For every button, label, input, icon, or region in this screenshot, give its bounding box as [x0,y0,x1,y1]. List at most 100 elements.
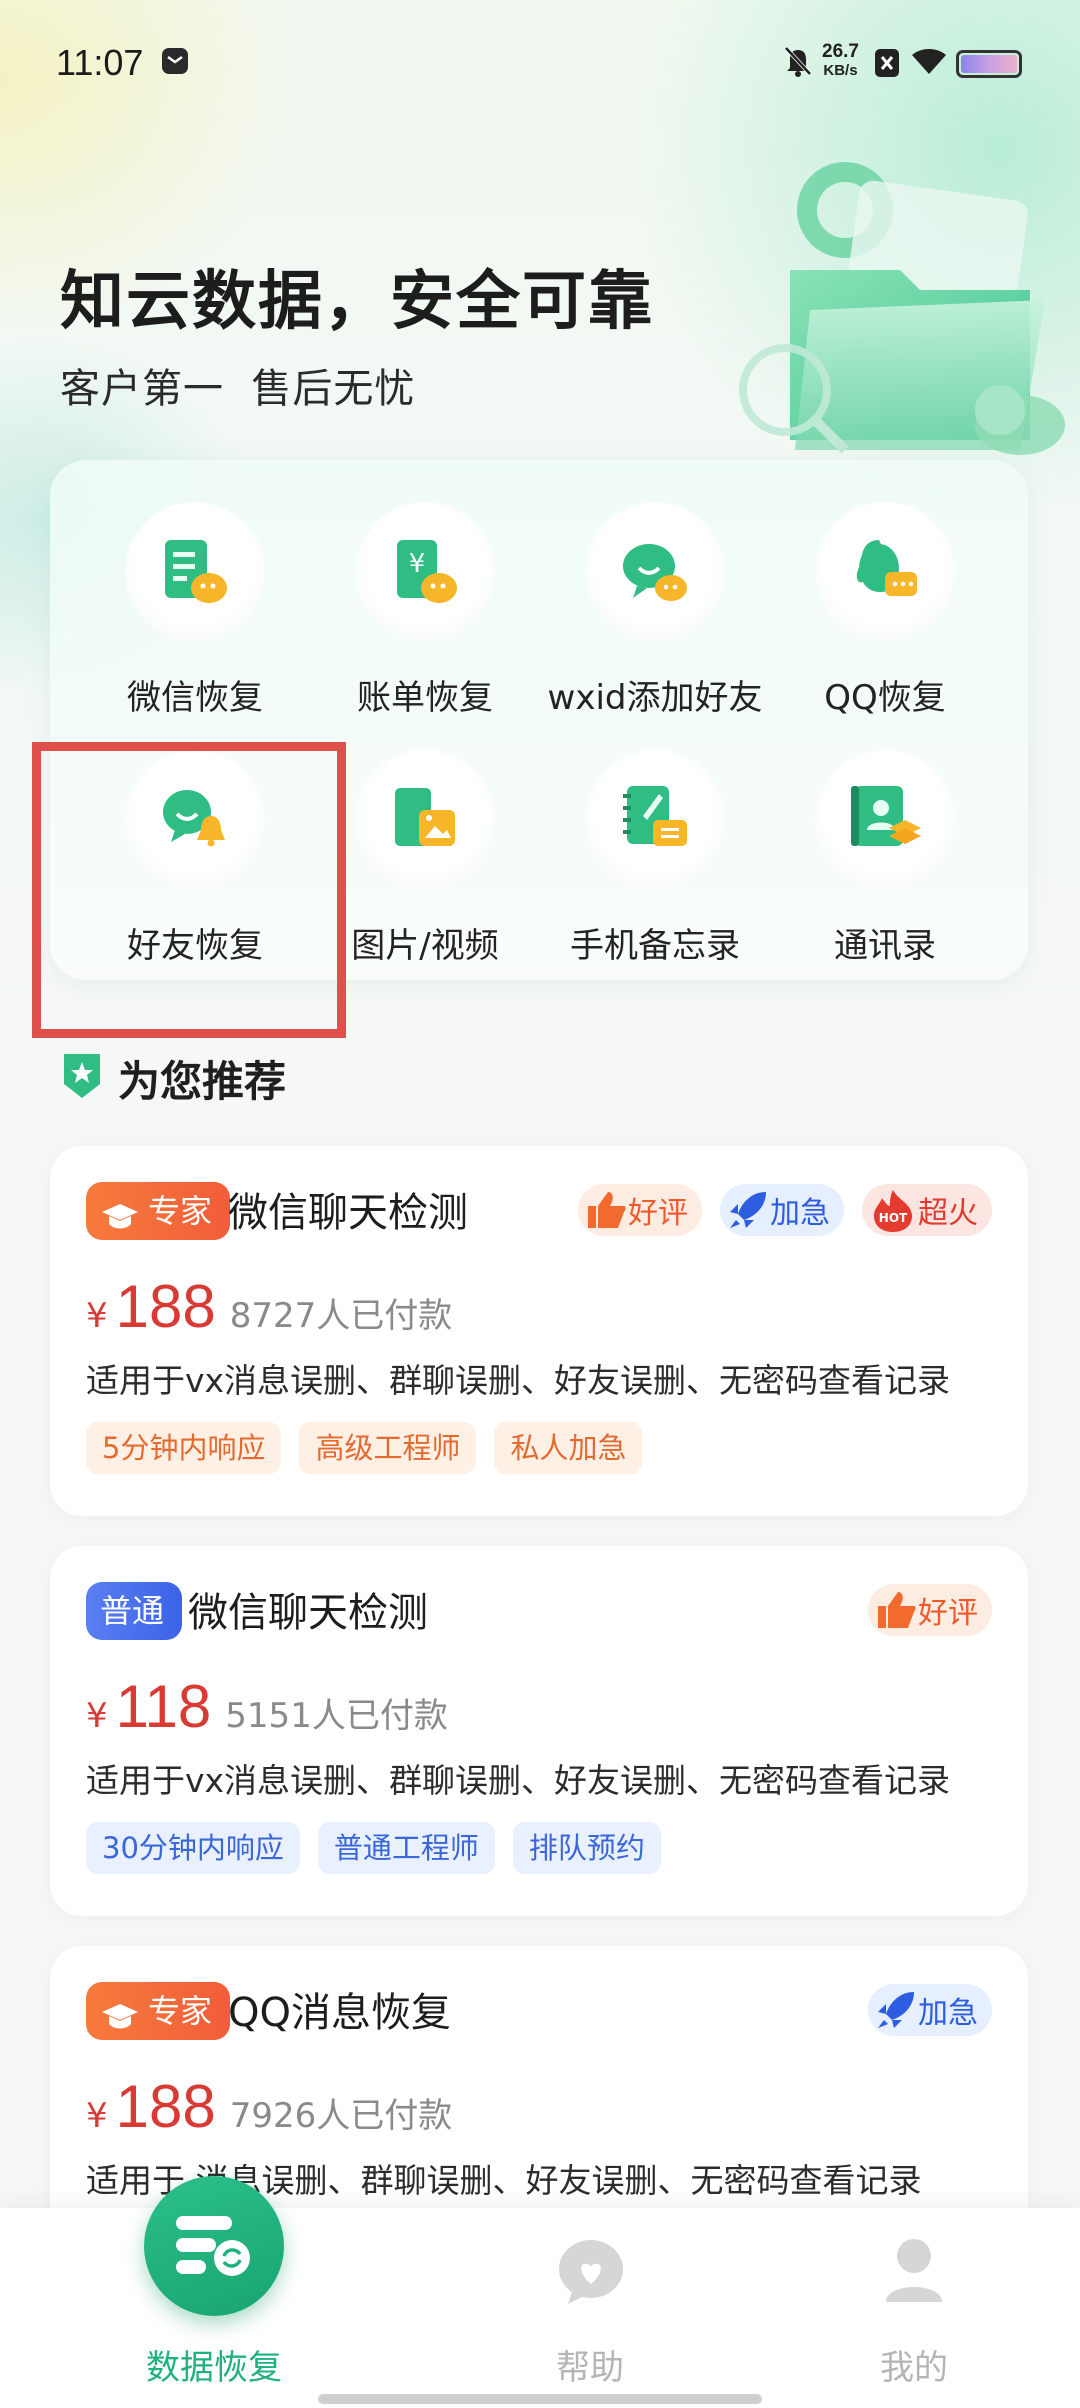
hero-folder-illustration [700,160,1070,480]
tag-hot: HOT 超火 [862,1184,992,1236]
mute-icon [782,44,814,82]
price-row: ¥ 188 7926人已付款 [86,2072,452,2141]
tag-good-review: 好评 [868,1584,992,1636]
photo-video-icon [395,788,455,846]
tab-label: 我的 [880,2348,948,2388]
memo-icon [623,786,687,846]
graduation-cap-icon [100,1194,140,1252]
hero-title: 知云数据，安全可靠 [60,265,654,339]
feature-chip: 私人加急 [494,1422,643,1474]
data-recovery-fab[interactable] [144,2176,284,2316]
tag-label: 加急 [770,1196,830,1231]
paid-count: 8727人已付款 [229,1296,453,1336]
product-title: 微信聊天检测 [188,1590,428,1636]
bill-recovery-icon: ¥ [397,540,457,603]
net-speed-unit: KB/s [823,62,858,79]
func-qq-recovery[interactable]: QQ恢复 [770,502,1000,732]
wifi-icon [910,46,948,80]
func-label: 手机备忘录 [570,926,740,966]
recommend-title: 为您推荐 [118,1057,287,1106]
func-wechat-recovery[interactable]: 微信恢复 [80,502,310,732]
svg-text:HOT: HOT [879,1211,908,1225]
product-description: 适用于vx消息误删、群聊误删、好友误删、无密码查看记录 [86,1361,951,1400]
status-bar: 11:07 26.7 KB/s [0,0,1080,126]
highlight-box [32,742,346,1038]
badge-label: 专家 [148,1992,213,2030]
help-chat-icon [556,2236,626,2310]
thumbs-up-icon [878,1592,916,1628]
wxid-add-friend-icon [623,544,687,601]
feature-chip: 5分钟内响应 [86,1422,282,1474]
product-title: 微信聊天检测 [228,1190,468,1236]
hero-subtitle: 客户第一 售后无忧 [60,366,416,412]
net-speed: 26.7 KB/s [822,42,859,80]
tag-urgent: 加急 [720,1184,844,1236]
home-indicator[interactable] [318,2394,762,2404]
currency-symbol: ¥ [86,1296,108,1336]
battery-icon [956,50,1022,78]
func-label: 账单恢复 [357,678,493,718]
rocket-icon [878,1992,914,2028]
tag-label: 超火 [918,1196,978,1231]
price-value: 188 [115,2073,216,2140]
func-icon-bg [585,502,725,642]
func-icon-bg: ¥ [355,502,495,642]
tab-label: 数据恢复 [146,2348,282,2388]
badge-label: 普通 [100,1592,165,1630]
price-row: ¥ 188 8727人已付款 [86,1272,452,1341]
feature-chip: 普通工程师 [317,1822,495,1874]
feature-chips: 30分钟内响应 普通工程师 排队预约 [86,1822,661,1874]
graduation-cap-icon [100,1994,140,2052]
func-memo[interactable]: 手机备忘录 [540,750,770,980]
func-icon-bg [815,502,955,642]
func-wxid-add-friend[interactable]: wxid添加好友 [540,502,770,732]
product-description: 适用于vx消息误删、群聊误删、好友误删、无密码查看记录 [86,1761,951,1800]
tag-label: 好评 [918,1596,978,1631]
product-tags: 好评 [868,1584,992,1636]
badge-label: 专家 [148,1192,213,1230]
func-icon-bg [355,750,495,890]
price-value: 118 [115,1673,212,1740]
tag-good-review: 好评 [578,1184,702,1236]
func-contacts[interactable]: 通讯录 [770,750,1000,980]
user-profile-icon [882,2236,946,2310]
thumbs-up-icon [588,1192,626,1228]
func-icon-bg [125,502,265,642]
func-label: wxid添加好友 [547,678,763,718]
feature-chip: 排队预约 [512,1822,661,1874]
tag-label: 加急 [918,1996,978,2031]
currency-symbol: ¥ [86,2096,108,2136]
paid-count: 7926人已付款 [229,2096,453,2136]
feature-chip: 高级工程师 [299,1422,477,1474]
rocket-icon [730,1192,766,1228]
svg-text:¥: ¥ [409,549,426,579]
contacts-icon [851,786,921,846]
hot-flame-icon: HOT [874,1190,912,1232]
func-bill-recovery[interactable]: ¥ 账单恢复 [310,502,540,732]
feature-chip: 30分钟内响应 [86,1822,300,1874]
tag-urgent: 加急 [868,1984,992,2036]
func-label: 微信恢复 [127,678,263,718]
currency-symbol: ¥ [86,1696,108,1736]
func-icon-bg [585,750,725,890]
product-tags: 加急 [868,1984,992,2036]
expert-badge: 专家 [86,1182,231,1240]
product-card[interactable]: 普通 微信聊天检测 好评 ¥ 118 5151人已付款 适用于vx消息误删、群聊… [50,1546,1028,1916]
product-card[interactable]: 专家 微信聊天检测 好评 加急 HOT 超火 ¥ 188 8727人已付款 适用… [50,1146,1028,1516]
func-icon-bg [815,750,955,890]
status-time: 11:07 [56,42,144,83]
tab-mine[interactable]: 我的 [764,2208,1064,2408]
tab-help[interactable]: 帮助 [440,2208,740,2408]
recommend-star-icon [60,1050,104,1106]
expert-badge: 专家 [86,1982,231,2040]
func-label: QQ恢复 [824,678,946,718]
price-row: ¥ 118 5151人已付款 [86,1672,448,1741]
notification-icon [160,46,190,80]
price-value: 188 [115,1273,216,1340]
normal-badge: 普通 [86,1582,183,1640]
data-recovery-icon [172,2210,256,2286]
wechat-recovery-icon [165,540,227,603]
qq-recovery-icon [856,540,917,596]
tag-label: 好评 [628,1196,688,1231]
net-speed-value: 26.7 [822,41,859,62]
